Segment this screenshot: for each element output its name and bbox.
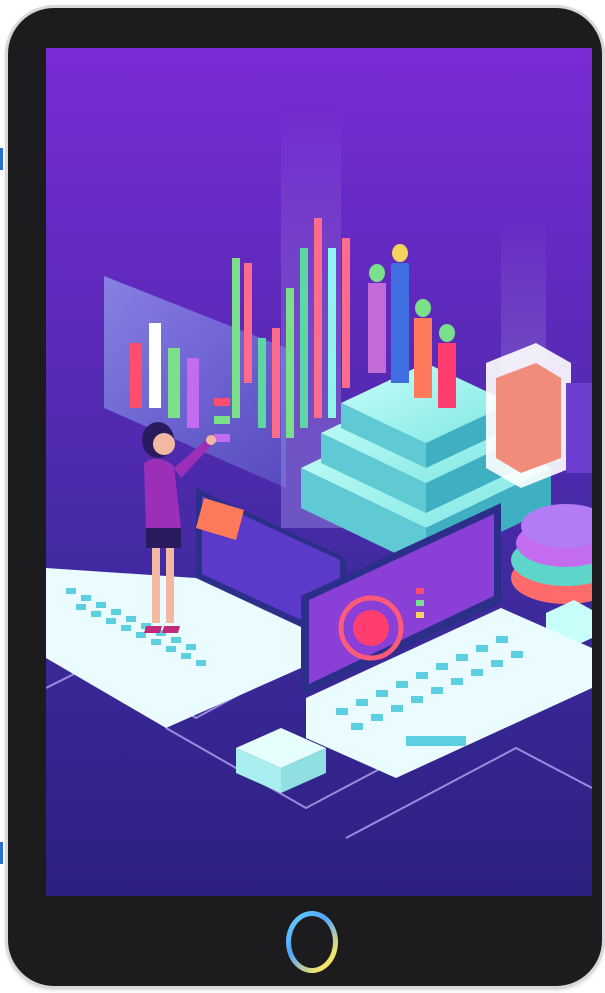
home-button[interactable] (286, 911, 338, 973)
side-edge-mark-bottom (0, 842, 3, 864)
tablet-frame (8, 8, 602, 986)
side-edge-mark-top (0, 148, 3, 170)
tablet-screen (46, 48, 592, 896)
analytics-illustration (46, 108, 592, 839)
book-stack (486, 343, 592, 488)
